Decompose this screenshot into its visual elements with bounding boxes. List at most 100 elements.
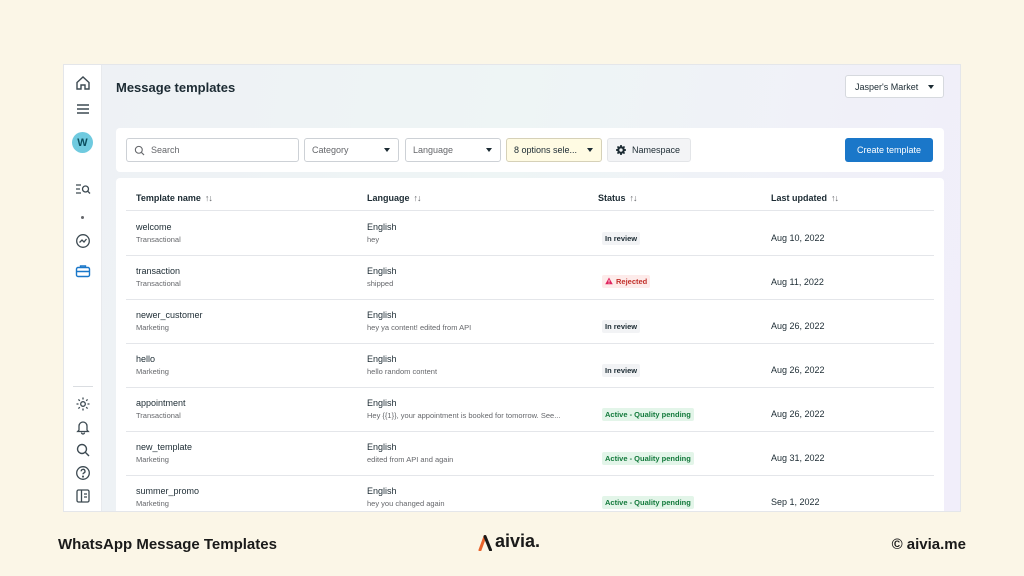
sort-icon: ↑↓ [831, 193, 839, 203]
template-name[interactable]: new_template [136, 442, 192, 452]
template-name[interactable]: summer_promo [136, 486, 199, 496]
status-cell: Rejected [602, 272, 651, 290]
search-placeholder: Search [151, 145, 180, 155]
warning-icon [605, 277, 613, 285]
template-content-preview: hey ya content! edited from API [367, 323, 472, 332]
caption-title: WhatsApp Message Templates [58, 536, 277, 553]
create-template-button[interactable]: Create template [845, 138, 933, 162]
last-updated-cell: Aug 26, 2022 [771, 360, 825, 378]
account-selector[interactable]: Jasper's Market [845, 75, 944, 98]
column-header-language[interactable]: Language ↑↓ [367, 193, 422, 203]
status-cell: Active - Quality pending [602, 404, 694, 422]
language-cell: English hey ya content! edited from API [367, 310, 471, 332]
namespace-button[interactable]: Namespace [607, 138, 691, 162]
last-updated: Aug 10, 2022 [771, 233, 825, 243]
menu-icon[interactable] [73, 99, 93, 119]
template-name[interactable]: hello [136, 354, 169, 364]
template-language: English [367, 442, 397, 452]
table-row[interactable]: summer_promo Marketing English hey you chan… [126, 476, 934, 511]
brand-mark-icon [478, 534, 492, 551]
language-dropdown[interactable]: Language [405, 138, 501, 162]
chevron-down-icon [928, 85, 934, 89]
insights-icon[interactable] [73, 231, 93, 251]
template-name[interactable]: transaction [136, 266, 181, 276]
template-language: English [367, 486, 397, 496]
rail-divider [73, 386, 93, 387]
template-name[interactable]: newer_customer [136, 310, 203, 320]
main-content: Message templates Jasper's Market Search… [102, 65, 960, 511]
account-name: Jasper's Market [855, 81, 919, 92]
template-category: Marketing [136, 323, 169, 332]
status-badge: Rejected [602, 274, 651, 288]
list-search-icon[interactable] [73, 179, 93, 199]
category-dropdown[interactable]: Category [304, 138, 399, 162]
template-category: Transactional [136, 235, 181, 244]
last-updated: Aug 31, 2022 [771, 453, 825, 463]
table-row[interactable]: transaction Transactional English shipped Re… [126, 256, 934, 300]
last-updated: Sep 1, 2022 [771, 497, 820, 507]
template-name-cell: transaction Transactional [136, 266, 181, 288]
search-input[interactable]: Search [126, 138, 299, 162]
column-header-name[interactable]: Template name ↑↓ [136, 193, 213, 203]
chevron-down-icon [384, 148, 390, 152]
template-category: Transactional [136, 279, 181, 288]
table-row[interactable]: appointment Transactional English Hey {{1}}… [126, 388, 934, 432]
template-content-preview: hey [367, 235, 380, 244]
status-cell: Active - Quality pending [602, 448, 694, 466]
help-icon[interactable] [73, 463, 93, 483]
settings-icon[interactable] [73, 394, 93, 414]
last-updated-cell: Aug 26, 2022 [771, 404, 825, 422]
template-language: English [367, 222, 397, 232]
last-updated: Aug 26, 2022 [771, 321, 825, 331]
status-badge: Active - Quality pending [602, 452, 694, 465]
status-badge: In review [602, 364, 641, 377]
template-language: English [367, 398, 397, 408]
template-name-cell: welcome Transactional [136, 222, 181, 244]
search-icon[interactable] [73, 440, 93, 460]
template-name[interactable]: welcome [136, 222, 181, 232]
last-updated: Aug 26, 2022 [771, 365, 825, 375]
sort-icon: ↑↓ [204, 193, 213, 203]
table-row[interactable]: welcome Transactional English hey In review A… [126, 212, 934, 256]
template-name-cell: appointment Transactional [136, 398, 186, 420]
template-category: Marketing [136, 367, 169, 376]
table-row[interactable]: new_template Marketing English edited from … [126, 432, 934, 476]
brand-logo: aivia. [478, 531, 540, 552]
status-filter-dropdown[interactable]: 8 options sele... [506, 138, 602, 162]
column-header-status[interactable]: Status ↑↓ [598, 193, 638, 203]
template-language: English [367, 310, 397, 320]
avatar[interactable]: W [72, 132, 93, 153]
brand-name: aivia. [495, 531, 541, 551]
template-category: Marketing [136, 455, 169, 464]
page-title: Message templates [116, 80, 236, 95]
template-content-preview: Hey {{1}}, your appointment is booked fo… [367, 411, 561, 420]
briefcase-icon[interactable] [73, 261, 93, 281]
status-badge: In review [602, 232, 641, 245]
gear-icon [616, 145, 626, 155]
category-label: Category [312, 145, 349, 155]
last-updated-cell: Aug 10, 2022 [771, 228, 825, 246]
last-updated-cell: Aug 31, 2022 [771, 448, 825, 466]
separator-dot [81, 216, 84, 219]
status-cell: Active - Quality pending [602, 492, 694, 510]
status-badge: Active - Quality pending [602, 496, 694, 509]
template-category: Marketing [136, 499, 169, 508]
language-cell: English Hey {{1}}, your appointment is bo… [367, 398, 560, 420]
table-row[interactable]: newer_customer Marketing English hey ya con… [126, 300, 934, 344]
template-content-preview: edited from API and again [367, 455, 454, 464]
sort-icon: ↑↓ [413, 193, 422, 203]
table-header: Template name ↑↓ Language ↑↓ Status ↑↓ Last… [126, 188, 934, 211]
last-updated-cell: Sep 1, 2022 [771, 492, 820, 510]
template-name[interactable]: appointment [136, 398, 186, 408]
panel-icon[interactable] [73, 486, 93, 506]
table-row[interactable]: hello Marketing English hello random conten… [126, 344, 934, 388]
last-updated-cell: Aug 11, 2022 [771, 272, 824, 290]
language-cell: English hello random content [367, 354, 437, 376]
chevron-down-icon [587, 148, 593, 152]
column-header-last-updated[interactable]: Last updated ↑↓ [771, 193, 839, 203]
template-content-preview: shipped [367, 279, 394, 288]
bell-icon[interactable] [73, 417, 93, 437]
home-icon[interactable] [73, 73, 93, 93]
template-name-cell: newer_customer Marketing [136, 310, 203, 332]
template-name-cell: summer_promo Marketing [136, 486, 199, 508]
